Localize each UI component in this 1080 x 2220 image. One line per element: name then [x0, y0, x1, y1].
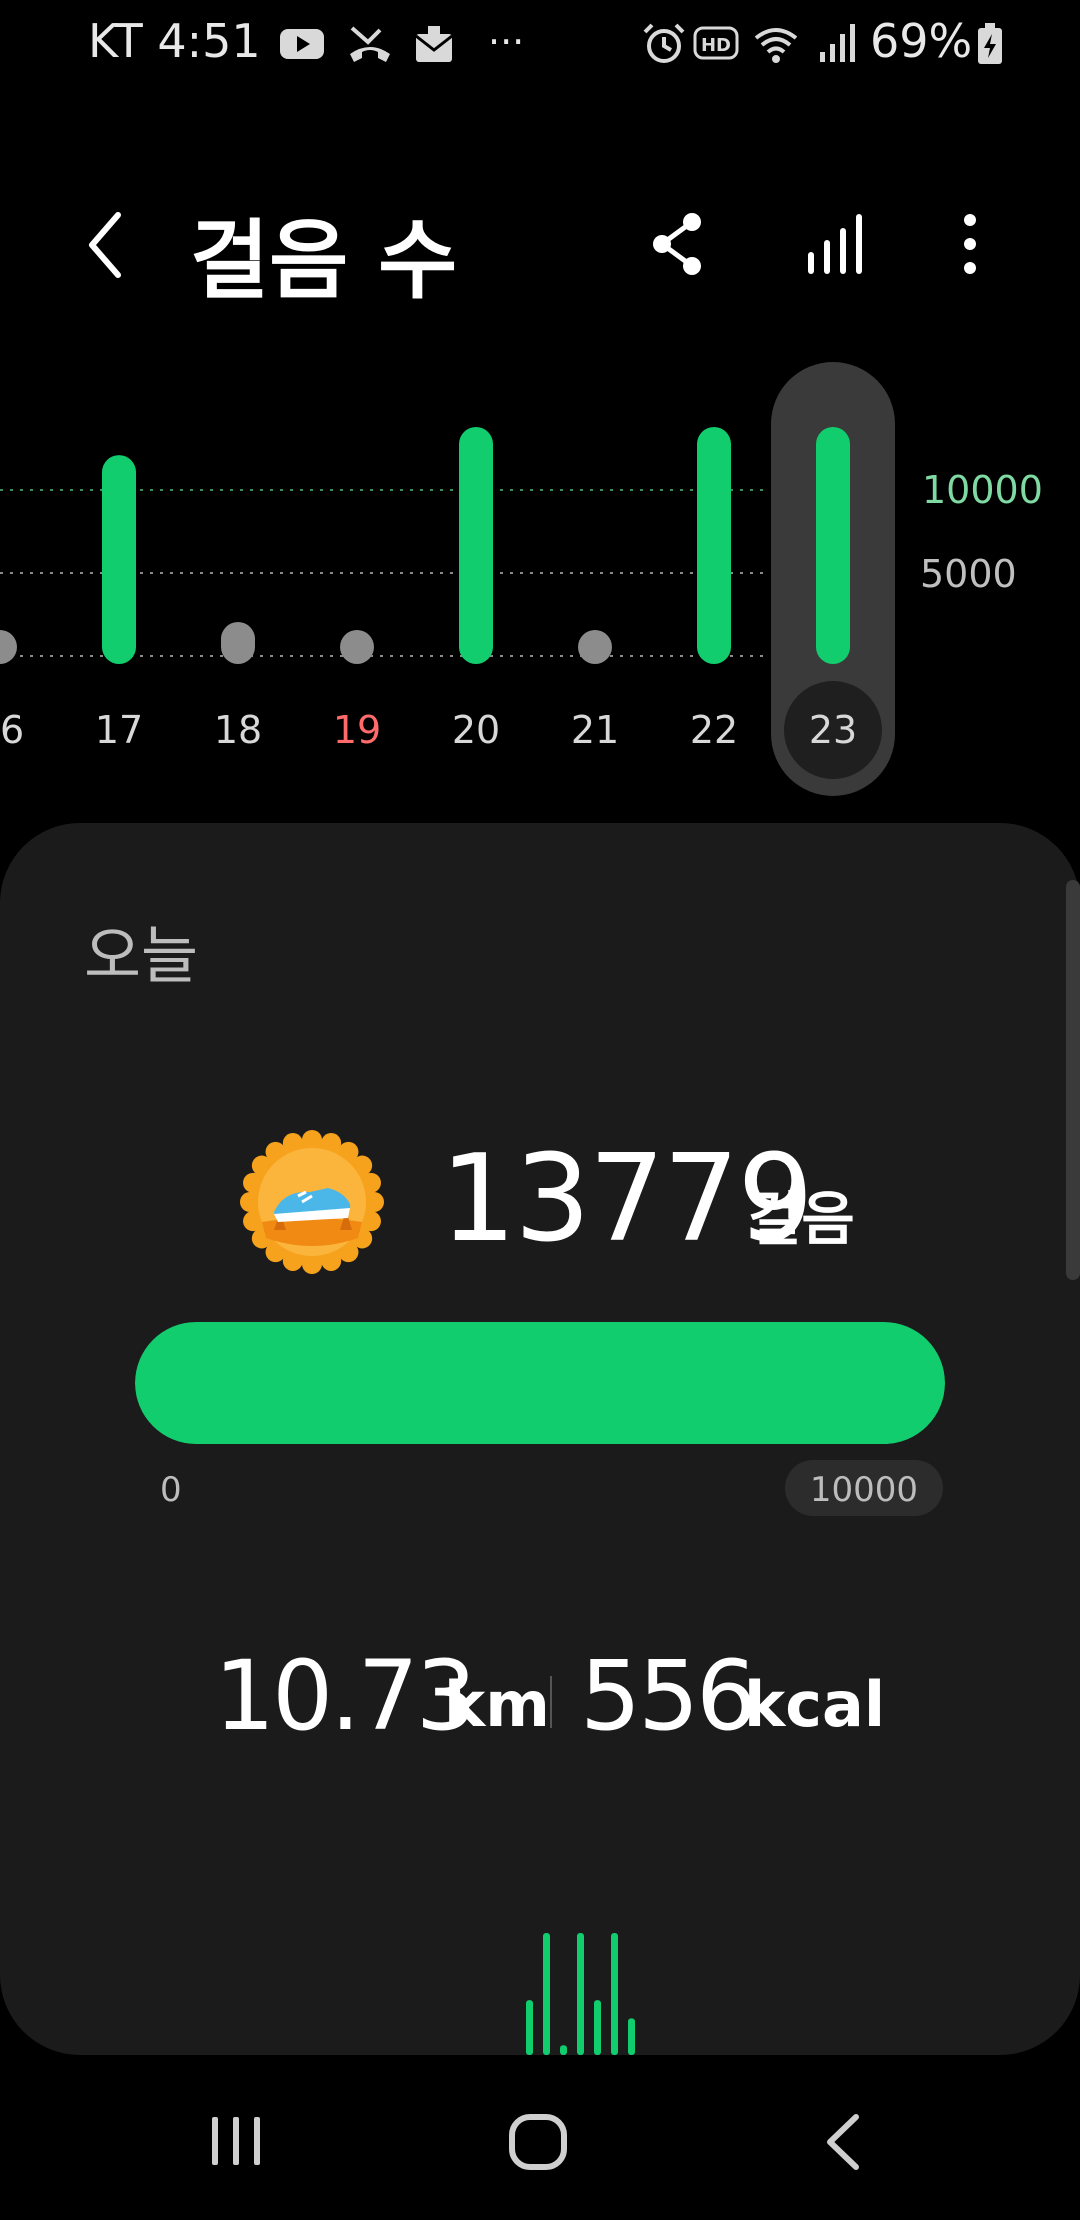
more-options-icon[interactable]: [958, 212, 982, 276]
progress-min-label: 0: [160, 1470, 182, 1510]
day-label-16[interactable]: 16: [0, 708, 24, 752]
app-header: [0, 180, 1080, 310]
wifi-icon: [754, 28, 798, 63]
youtube-icon: [280, 29, 324, 59]
mini-bar: [526, 2000, 533, 2055]
stats-divider: [550, 1676, 552, 1728]
missed-call-icon: [350, 26, 390, 62]
daily-steps-chart[interactable]: 16 17 18 19 20 21 22 23: [0, 330, 1080, 810]
mini-bar: [628, 2018, 635, 2055]
mini-bar: [611, 1933, 618, 2055]
page-title: 걸음 수: [190, 211, 458, 311]
distance-unit: km: [444, 1668, 550, 1741]
scroll-indicator[interactable]: [1066, 880, 1080, 1280]
share-icon[interactable]: [648, 210, 708, 278]
day-label-22[interactable]: 22: [690, 708, 738, 752]
steps-unit: 걸음: [748, 1185, 855, 1253]
status-battery-percent: 69%: [870, 14, 973, 68]
bar-day-17[interactable]: [102, 455, 136, 664]
today-label: 오늘: [84, 919, 199, 992]
mini-bar: [594, 2000, 601, 2055]
bar-day-21[interactable]: [578, 630, 612, 664]
back-button[interactable]: [80, 205, 130, 285]
svg-text:HD: HD: [701, 35, 731, 56]
bar-day-19[interactable]: [340, 630, 374, 664]
status-bar: KT 4:51 ··· HD 69%: [0, 0, 1080, 90]
steps-progress-fill: [135, 1322, 945, 1444]
home-icon[interactable]: [506, 2111, 570, 2173]
day-label-20[interactable]: 20: [452, 708, 500, 752]
day-label-21[interactable]: 21: [571, 708, 619, 752]
y-tick-5000: 5000: [920, 552, 1017, 596]
bar-day-18[interactable]: [221, 621, 255, 664]
steps-goal-badge-icon: [240, 1130, 384, 1274]
battery-charging-icon: [978, 23, 1002, 64]
mini-bar: [560, 2045, 567, 2055]
calories-value: 556: [580, 1640, 757, 1752]
system-navigation-bar: [0, 2055, 1080, 2220]
calories-unit: kcal: [744, 1668, 886, 1741]
distance-value: 10.73: [214, 1640, 477, 1752]
mini-bar: [543, 1933, 550, 2055]
signal-icon: [820, 24, 855, 62]
bar-day-23[interactable]: [816, 427, 850, 664]
mail-icon: [415, 26, 453, 62]
bar-day-20[interactable]: [459, 427, 493, 664]
alarm-icon: [643, 23, 685, 63]
day-label-19[interactable]: 19: [333, 708, 381, 752]
y-tick-10000: 10000: [922, 468, 1043, 512]
day-label-23[interactable]: 23: [809, 708, 857, 752]
goal-label: 10000: [809, 1470, 919, 1510]
recent-apps-icon[interactable]: [206, 2113, 266, 2169]
status-more: ···: [488, 20, 525, 64]
day-label-17[interactable]: 17: [95, 708, 143, 752]
trends-chart-icon[interactable]: [806, 212, 866, 276]
hourly-steps-mini-chart: [526, 1933, 635, 2055]
bar-day-16[interactable]: [0, 630, 17, 664]
steps-progress-bar: [135, 1322, 945, 1444]
status-carrier-time: KT 4:51: [88, 14, 261, 68]
bar-day-22[interactable]: [697, 427, 731, 664]
system-back-icon[interactable]: [818, 2111, 868, 2173]
day-label-18[interactable]: 18: [214, 708, 262, 752]
hd-voice-icon: HD: [693, 26, 739, 60]
mini-bar: [577, 1933, 584, 2055]
